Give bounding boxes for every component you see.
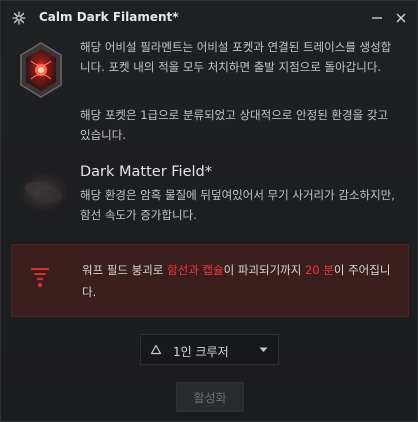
close-icon bbox=[396, 13, 406, 23]
filament-window: Calm Dark Filament* 해당 어비설 필라멘트는 어비설 포켓과… bbox=[0, 0, 418, 422]
ship-class-dropdown[interactable]: 1인 크루저 bbox=[140, 334, 279, 365]
window-title: Calm Dark Filament* bbox=[39, 10, 179, 24]
dropdown-selected-value: 1인 크루저 bbox=[173, 345, 229, 359]
warning-highlight-time: 20 분 bbox=[304, 263, 334, 277]
close-button[interactable] bbox=[390, 7, 412, 29]
environment-title: Dark Matter Field* bbox=[80, 164, 212, 180]
description-paragraph-1: 해당 어비설 필라멘트는 어비설 포켓과 연결된 트레이스를 생성합니다. 포켓… bbox=[80, 40, 392, 74]
warning-banner: 워프 필드 붕괴로 함선과 캡슐이 파괴되기까지 20 분이 주어집니다. bbox=[11, 244, 409, 317]
ship-hull-icon bbox=[150, 344, 162, 355]
environment-description: 해당 환경은 암흑 물질에 뒤덮여있어서 무기 사거리가 감소하지만, 함선 속… bbox=[80, 188, 395, 222]
activate-button[interactable]: 활성화 bbox=[176, 382, 244, 412]
calm-dark-filament-icon bbox=[20, 42, 62, 98]
warning-highlight-ships: 함선과 캡슐 bbox=[167, 263, 224, 277]
warp-collapse-icon bbox=[31, 268, 49, 288]
description-paragraph-2: 해당 포켓은 1급으로 분류되었고 상대적으로 안정된 환경을 갖고 있습니다. bbox=[80, 108, 388, 142]
chevron-down-icon bbox=[259, 347, 268, 352]
title-bar: Calm Dark Filament* bbox=[1, 1, 417, 35]
minimize-icon bbox=[372, 17, 382, 19]
dark-matter-cloud-icon bbox=[16, 171, 70, 213]
filament-app-icon bbox=[12, 11, 26, 25]
minimize-button[interactable] bbox=[366, 7, 388, 29]
warning-text: 워프 필드 붕괴로 함선과 캡슐이 파괴되기까지 20 분이 주어집니다. bbox=[82, 263, 391, 299]
